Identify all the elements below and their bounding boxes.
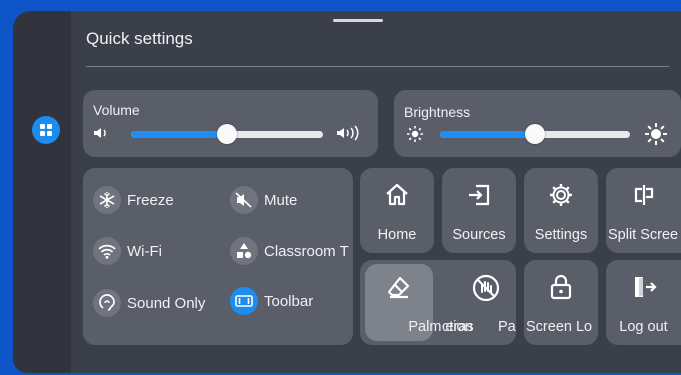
- brightness-card: Brightness: [394, 90, 681, 157]
- toggle-label: Sound Only: [127, 294, 206, 312]
- logout-icon: [634, 277, 657, 297]
- tile-split-screen[interactable]: Split Scree: [606, 168, 681, 253]
- home-icon: [386, 183, 408, 206]
- wifi-icon: [93, 237, 121, 265]
- volume-knob[interactable]: [217, 124, 237, 144]
- toggle-toolbar[interactable]: Toolbar: [230, 287, 313, 315]
- brightness-slider[interactable]: [440, 124, 630, 144]
- toggle-label: Freeze: [127, 191, 174, 209]
- tile-label: Split Scree: [608, 227, 679, 243]
- quick-settings-panel: Quick settings Volume Brightness Freeze …: [13, 11, 681, 373]
- volume-card: Volume: [83, 90, 378, 157]
- tile-label: Pa: [498, 319, 516, 335]
- brightness-low-icon: [406, 125, 424, 143]
- classroom-icon: [230, 237, 258, 265]
- brightness-high-icon: [644, 122, 668, 146]
- apps-button[interactable]: [32, 116, 60, 144]
- drag-handle[interactable]: [333, 19, 383, 22]
- snowflake-icon: [93, 186, 121, 214]
- toggle-label: Mute: [264, 191, 298, 209]
- tile-label: Log out: [619, 319, 668, 335]
- tile-screen-lock[interactable]: Screen Lo: [524, 260, 598, 345]
- volume-slider[interactable]: [131, 124, 323, 144]
- toggle-label: Classroom T: [264, 242, 349, 260]
- tile-label: Settings: [534, 227, 588, 243]
- tile-label: Home: [377, 227, 417, 243]
- toggle-classroom[interactable]: Classroom T: [230, 237, 349, 265]
- tile-label: Palm eras: [408, 319, 474, 335]
- tile-label: Sources: [452, 227, 506, 243]
- divider: [86, 66, 669, 67]
- toggle-wifi[interactable]: Wi-Fi: [93, 237, 162, 265]
- toggle-sound-only[interactable]: Sound Only: [93, 289, 205, 317]
- toolbar-icon: [230, 287, 258, 315]
- toggle-label: Toolbar: [264, 292, 314, 310]
- palm-rejection-icon: [472, 274, 499, 302]
- brightness-knob[interactable]: [525, 124, 545, 144]
- tile-label: ction: [442, 319, 473, 335]
- toggle-mute[interactable]: Mute: [230, 186, 297, 214]
- tile-settings[interactable]: Settings: [524, 168, 598, 253]
- tile-log-out[interactable]: Log out: [606, 260, 681, 345]
- mute-icon: [230, 186, 258, 214]
- brightness-fill: [440, 131, 535, 138]
- side-rail: [13, 11, 71, 373]
- toggle-label: Wi-Fi: [127, 242, 162, 260]
- input-source-icon: [469, 184, 490, 206]
- panel-title: Quick settings: [86, 29, 193, 48]
- grid-icon: [40, 124, 52, 136]
- tile-sources[interactable]: Sources: [442, 168, 516, 253]
- toggles-card: Freeze Mute Wi-Fi Classroom T Sound Only: [83, 168, 353, 345]
- volume-label: Volume: [93, 102, 140, 118]
- volume-fill: [131, 131, 227, 138]
- volume-low-icon: [92, 126, 110, 140]
- sound-only-icon: [93, 289, 121, 317]
- gear-icon: [550, 184, 572, 206]
- eraser-icon: [387, 276, 410, 299]
- tile-home[interactable]: Home: [360, 168, 434, 253]
- lock-icon: [550, 274, 572, 300]
- tile-label: Screen Lo: [526, 319, 593, 335]
- toggle-freeze[interactable]: Freeze: [93, 186, 174, 214]
- volume-high-icon: [335, 125, 363, 141]
- brightness-label: Brightness: [404, 104, 471, 120]
- tile-palm-group: Palm eras ction Pa: [360, 260, 516, 345]
- split-screen-icon: [634, 185, 653, 205]
